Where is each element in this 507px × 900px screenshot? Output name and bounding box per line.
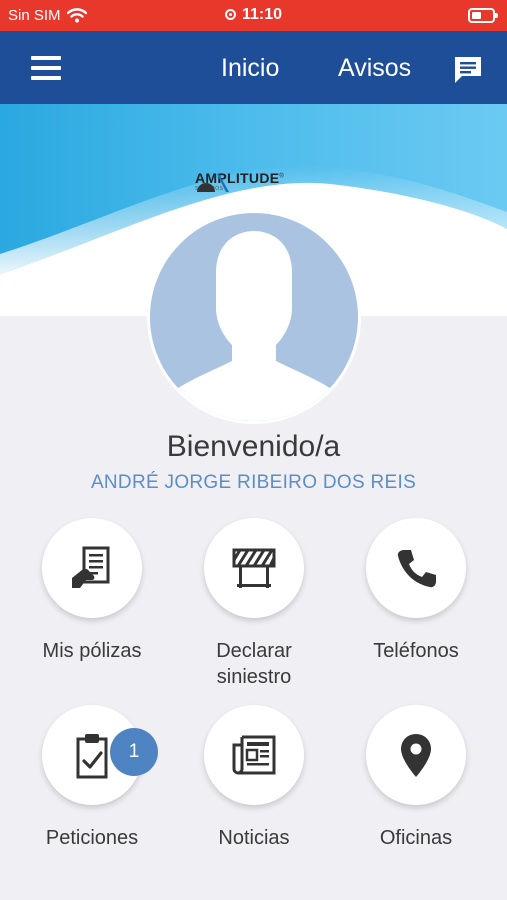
screen-record-icon xyxy=(224,9,236,20)
welcome-greeting: Bienvenido/a xyxy=(166,430,341,463)
nav-tab-inicio[interactable]: Inicio xyxy=(221,54,279,83)
tile-telefonos-circle[interactable] xyxy=(366,518,466,618)
tile-telefonos-label: Teléfonos xyxy=(373,640,459,662)
tile-declarar-siniestro-label-line2: siniestro xyxy=(216,666,292,688)
clipboard-check-icon xyxy=(76,734,108,779)
avatar[interactable] xyxy=(147,210,361,424)
menu-icon[interactable] xyxy=(31,56,61,80)
peticiones-count-badge: 1 xyxy=(110,728,158,776)
tile-declarar-siniestro-circle[interactable] xyxy=(204,518,304,618)
tile-noticias-circle[interactable] xyxy=(204,705,304,805)
tile-oficinas-circle[interactable] xyxy=(366,705,466,805)
status-bar: Sin SIM 11:10 xyxy=(0,0,507,31)
tile-declarar-siniestro-label: Declarar siniestro xyxy=(174,638,334,690)
nav-tab-avisos[interactable]: Avisos xyxy=(338,54,411,83)
roadblock-icon xyxy=(232,548,276,588)
user-silhouette-icon xyxy=(150,231,358,421)
battery-icon xyxy=(468,8,498,23)
phone-icon xyxy=(397,550,436,588)
tile-mis-polizas[interactable]: Mis pólizas xyxy=(12,518,172,664)
status-time: 11:10 xyxy=(241,6,283,23)
tile-oficinas-label: Oficinas xyxy=(379,827,453,849)
tile-declarar-siniestro[interactable]: Declarar siniestro xyxy=(174,518,334,690)
status-time-group: 11:10 xyxy=(0,6,507,24)
tile-mis-polizas-label: Mis pólizas xyxy=(42,640,142,662)
tile-peticiones-label: Peticiones xyxy=(45,827,139,849)
nav-bar: Inicio Avisos xyxy=(0,31,507,104)
tile-mis-polizas-circle[interactable] xyxy=(42,518,142,618)
newspaper-icon xyxy=(232,735,276,775)
location-pin-icon xyxy=(401,734,431,777)
tile-noticias[interactable]: Noticias xyxy=(174,705,334,851)
tile-declarar-siniestro-label-line1: Declarar xyxy=(216,640,292,662)
amplitude-logo-mark-icon xyxy=(197,174,229,192)
chat-icon[interactable] xyxy=(451,53,485,87)
logo-trademark: ® xyxy=(279,173,285,180)
user-name: ANDRÉ JORGE RIBEIRO DOS REIS xyxy=(90,472,417,493)
tile-peticiones[interactable]: Peticiones xyxy=(12,705,172,851)
tile-telefonos[interactable]: Teléfonos xyxy=(336,518,496,664)
amplitude-logo: AMPLITUDE® SEGUROS xyxy=(195,171,284,192)
tile-noticias-label: Noticias xyxy=(218,827,290,849)
tile-oficinas[interactable]: Oficinas xyxy=(336,705,496,851)
policy-document-icon xyxy=(72,546,110,588)
